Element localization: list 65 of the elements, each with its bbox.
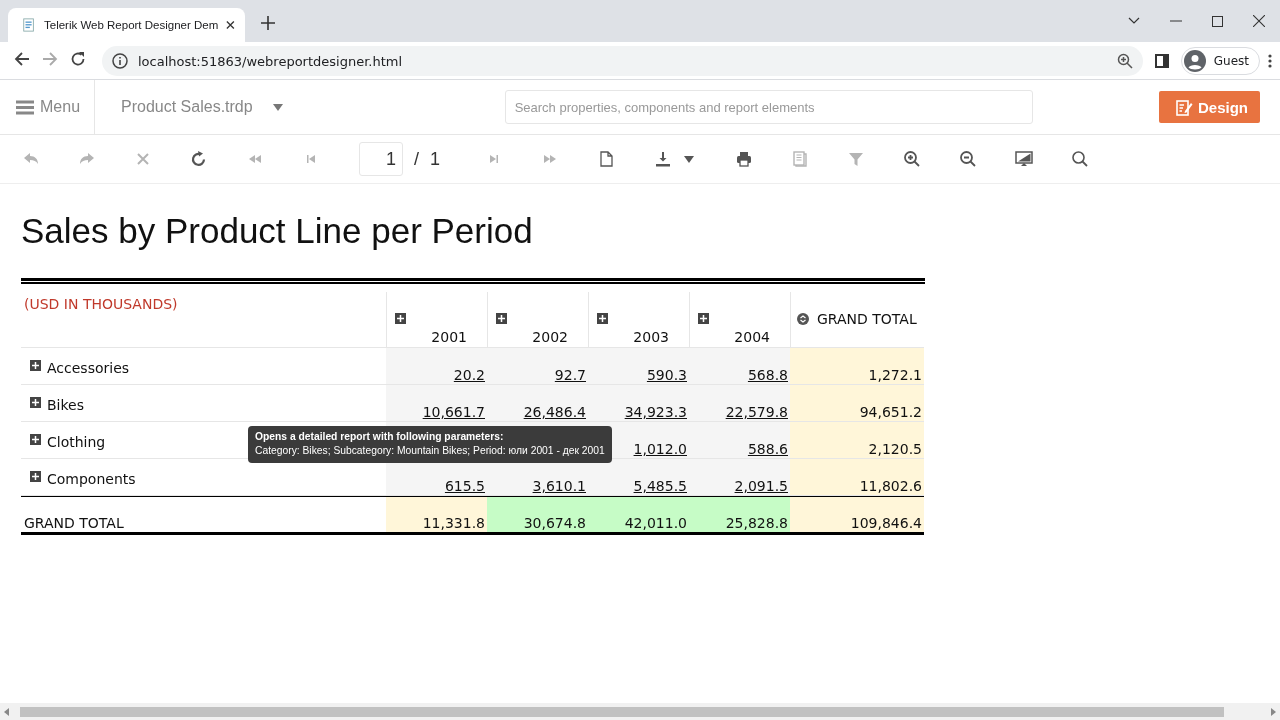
expand-icon[interactable]: [30, 360, 41, 371]
value-link[interactable]: 92.7: [554, 367, 586, 383]
collapse-icon[interactable]: [797, 312, 809, 325]
search-field[interactable]: Search properties, components and report elements: [504, 90, 1033, 124]
expand-icon[interactable]: [30, 397, 41, 408]
column-header: GRAND TOTAL: [817, 310, 917, 327]
expand-icon[interactable]: [496, 313, 507, 324]
maximize-icon[interactable]: [1212, 15, 1223, 27]
avatar-icon: [1183, 50, 1206, 72]
page-number-field[interactable]: 1: [359, 142, 403, 176]
row-header: Clothing: [47, 434, 106, 450]
row-total: 11,802.6: [859, 478, 922, 494]
total-cell: 11,331.8: [386, 496, 487, 535]
report-selector[interactable]: Product Sales.trdp: [115, 97, 289, 117]
close-icon[interactable]: [226, 20, 235, 30]
close-icon[interactable]: [1253, 15, 1265, 27]
total-cell: 109,846.4: [790, 496, 924, 535]
row-total: 1,272.1: [868, 367, 922, 383]
address-bar[interactable]: localhost:51863/webreportdesigner.html: [102, 46, 1143, 76]
column-header: 2001: [430, 329, 468, 345]
row-header: Accessories: [47, 360, 130, 376]
document-icon: [22, 17, 36, 33]
unit-label: (USD IN THOUSANDS): [24, 296, 178, 312]
browser-tab[interactable]: Telerik Web Report Designer Dem: [8, 8, 245, 42]
scrollbar-thumb[interactable]: [20, 706, 1224, 717]
total-cell: 42,011.0: [588, 496, 689, 535]
reload-icon[interactable]: [70, 51, 86, 67]
value-link[interactable]: 615.5: [444, 478, 485, 494]
row-header: Bikes: [47, 397, 84, 413]
value-link[interactable]: 20.2: [453, 367, 485, 383]
row-header: GRAND TOTAL: [24, 515, 124, 531]
caret-icon: [272, 103, 283, 111]
tooltip: Opens a detailed report with following parameters: Category: Bikes; Subcategory: Mountain Bikes; Period: юли 2001 - дек 2001: [248, 426, 612, 463]
page-count: 1: [430, 148, 441, 170]
row-total: 2,120.5: [868, 441, 922, 457]
chevron-down-icon[interactable]: [1128, 17, 1140, 25]
menu-button[interactable]: Menu: [0, 80, 96, 134]
side-panel-icon[interactable]: [1154, 54, 1169, 68]
row-total: 94,651.2: [859, 404, 922, 420]
total-cell: 30,674.8: [487, 496, 588, 535]
total-cell: 25,828.8: [689, 496, 790, 535]
row-header: Components: [47, 471, 136, 487]
column-header: 2004: [733, 329, 771, 345]
scroll-left-icon[interactable]: [4, 707, 10, 716]
plus-icon[interactable]: [261, 16, 275, 30]
report-title: Sales by Product Line per Period: [21, 210, 534, 252]
info-icon: [112, 53, 128, 69]
value-link[interactable]: 588.6: [747, 441, 788, 457]
expand-icon[interactable]: [698, 313, 709, 324]
expand-icon[interactable]: [395, 313, 406, 324]
expand-icon[interactable]: [597, 313, 608, 324]
caret-icon: [684, 155, 695, 163]
zoom-icon[interactable]: [1116, 53, 1133, 69]
value-link[interactable]: 590.3: [646, 367, 687, 383]
more-icon[interactable]: [1268, 54, 1272, 68]
page-separator: /: [414, 148, 419, 170]
expand-icon[interactable]: [30, 434, 41, 445]
column-header: 2002: [531, 329, 569, 345]
value-link[interactable]: 568.8: [747, 367, 788, 383]
edit-icon: [1176, 98, 1193, 116]
scroll-right-icon[interactable]: [1270, 707, 1276, 716]
column-header: 2003: [632, 329, 670, 345]
back-icon[interactable]: [14, 51, 30, 67]
menu-icon: [16, 99, 34, 115]
expand-icon[interactable]: [30, 471, 41, 482]
